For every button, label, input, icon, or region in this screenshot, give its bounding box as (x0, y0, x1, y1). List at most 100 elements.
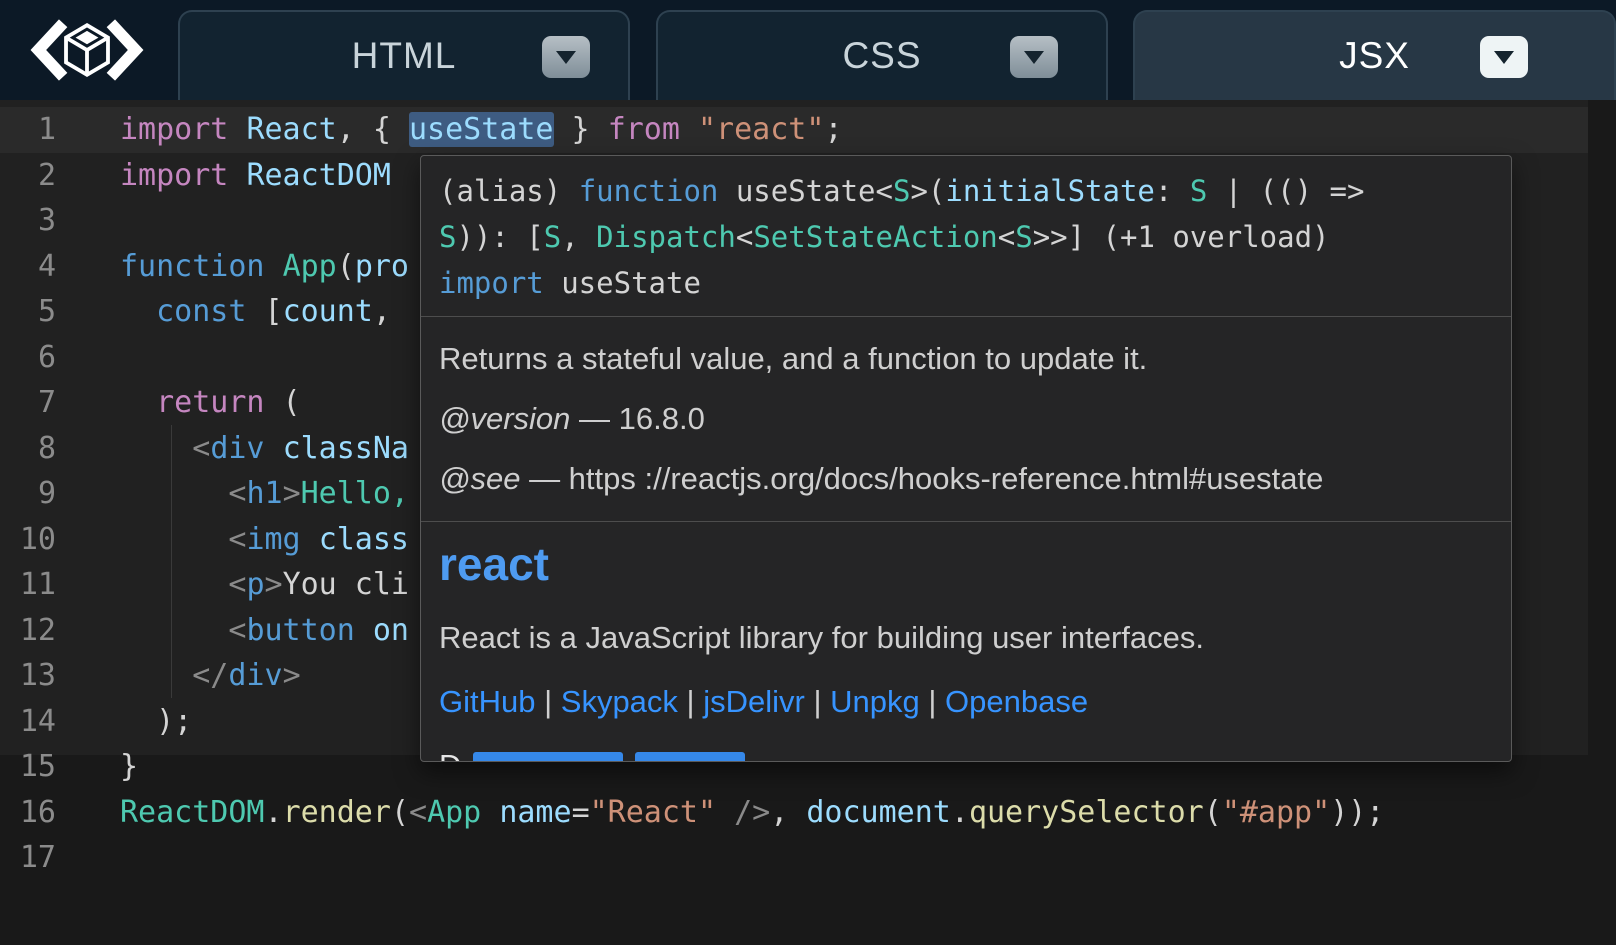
chevron-down-icon (556, 51, 576, 64)
signature-line: S)): [S, Dispatch<SetStateAction<S>>] (+… (439, 214, 1493, 260)
code-token (120, 476, 228, 511)
tab-html-dropdown-button[interactable] (542, 36, 590, 78)
code-token: div (210, 431, 264, 466)
code-token: = (572, 795, 590, 830)
package-name-link[interactable]: react (439, 538, 1493, 590)
code-token: useState (409, 112, 554, 147)
package-info: react React is a JavaScript library for … (421, 538, 1511, 762)
code-token: [ (246, 294, 282, 329)
code-token: } (554, 112, 608, 147)
code-token: , { (337, 112, 409, 147)
code-token: App (283, 249, 337, 284)
code-token: (alias) (439, 174, 579, 208)
code-line[interactable]: 17 (0, 835, 1588, 881)
line-number: 3 (0, 198, 56, 244)
code-token (680, 112, 698, 147)
chevron-down-icon (1494, 51, 1514, 64)
code-line-text[interactable] (56, 835, 120, 881)
code-line-text[interactable]: <button on (56, 608, 409, 654)
code-token: S (544, 220, 561, 254)
code-token (301, 522, 319, 557)
code-token: | (() => (1207, 174, 1364, 208)
package-link-jsdelivr[interactable]: jsDelivr (703, 684, 805, 719)
code-line-text[interactable]: import React, { useState } from "react"; (56, 107, 843, 153)
package-link-github[interactable]: GitHub (439, 684, 535, 719)
package-link-unpkg[interactable]: Unpkg (830, 684, 920, 719)
code-line-text[interactable]: ReactDOM.render(<App name="React" />, do… (56, 790, 1384, 836)
code-line-text[interactable]: function App(pro (56, 244, 409, 290)
code-token (120, 567, 228, 602)
tab-css[interactable]: CSS (656, 10, 1108, 100)
code-token: < (736, 220, 753, 254)
code-cube-logo[interactable] (22, 12, 152, 88)
code-token (120, 431, 192, 466)
code-line-text[interactable]: const [count, (56, 289, 391, 335)
package-description: React is a JavaScript library for buildi… (439, 618, 1493, 658)
tab-jsx[interactable]: JSX (1133, 10, 1616, 100)
see-value: — https ://reactjs.org/docs/hooks-refere… (520, 461, 1323, 496)
code-line-text[interactable]: <h1>Hello, (56, 471, 409, 517)
code-token: SetStateAction (753, 220, 997, 254)
tab-jsx-dropdown-button[interactable] (1480, 36, 1528, 78)
line-number: 13 (0, 653, 56, 699)
signature-line: (alias) function useState<S>(initialStat… (439, 168, 1493, 214)
line-number: 4 (0, 244, 56, 290)
code-token: > (265, 567, 283, 602)
code-line-text[interactable] (56, 335, 120, 381)
package-link-skypack[interactable]: Skypack (561, 684, 678, 719)
code-token: ( (391, 795, 409, 830)
code-token: < (228, 476, 246, 511)
link-separator: | (678, 684, 703, 719)
code-token: </ (192, 658, 228, 693)
code-token (120, 385, 156, 420)
code-token: from (608, 112, 680, 147)
code-token: . (951, 795, 969, 830)
code-line[interactable]: 1import React, { useState } from "react"… (0, 107, 1588, 153)
version-value: — 16.8.0 (570, 401, 704, 436)
line-number: 17 (0, 835, 56, 881)
code-token: button (246, 613, 354, 648)
code-line-text[interactable]: import ReactDOM (56, 153, 391, 199)
clipped-text: D (439, 746, 461, 762)
see-tag: @see (439, 461, 520, 496)
hover-see-line: @see — https ://reactjs.org/docs/hooks-r… (439, 459, 1493, 499)
tab-html-label: HTML (352, 35, 457, 77)
code-token: "#app" (1222, 795, 1330, 830)
code-token: function (579, 174, 719, 208)
line-number: 16 (0, 790, 56, 836)
code-token (355, 613, 373, 648)
code-line-text[interactable]: } (56, 744, 138, 790)
clipped-doc-row: D (439, 746, 1493, 762)
code-line-text[interactable]: <div classNa (56, 426, 409, 472)
line-number: 15 (0, 744, 56, 790)
line-number: 11 (0, 562, 56, 608)
code-token: >( (910, 174, 945, 208)
package-link-openbase[interactable]: Openbase (945, 684, 1088, 719)
code-token: render (283, 795, 391, 830)
code-token: < (876, 174, 893, 208)
code-token: name (499, 795, 571, 830)
tab-css-dropdown-button[interactable] (1010, 36, 1058, 78)
code-token (481, 795, 499, 830)
code-line-text[interactable]: return ( (56, 380, 301, 426)
code-line-text[interactable] (56, 198, 120, 244)
code-token: > (283, 476, 301, 511)
code-token: You cli (283, 567, 409, 602)
code-token: document (806, 795, 951, 830)
code-line-text[interactable]: <p>You cli (56, 562, 409, 608)
code-token: , (770, 795, 806, 830)
code-line[interactable]: 16ReactDOM.render(<App name="React" />, … (0, 790, 1588, 836)
code-line-text[interactable]: ); (56, 699, 192, 745)
code-token: ; (824, 112, 842, 147)
code-token: S (1190, 174, 1207, 208)
code-token (228, 112, 246, 147)
code-token: < (228, 613, 246, 648)
tab-html[interactable]: HTML (178, 10, 630, 100)
link-separator: | (920, 684, 945, 719)
code-token (120, 522, 228, 557)
code-line-text[interactable]: <img class (56, 517, 409, 563)
version-tag: @version (439, 401, 570, 436)
hover-returns-text: Returns a stateful value, and a function… (439, 339, 1493, 379)
code-token: div (228, 658, 282, 693)
code-line-text[interactable]: </div> (56, 653, 301, 699)
